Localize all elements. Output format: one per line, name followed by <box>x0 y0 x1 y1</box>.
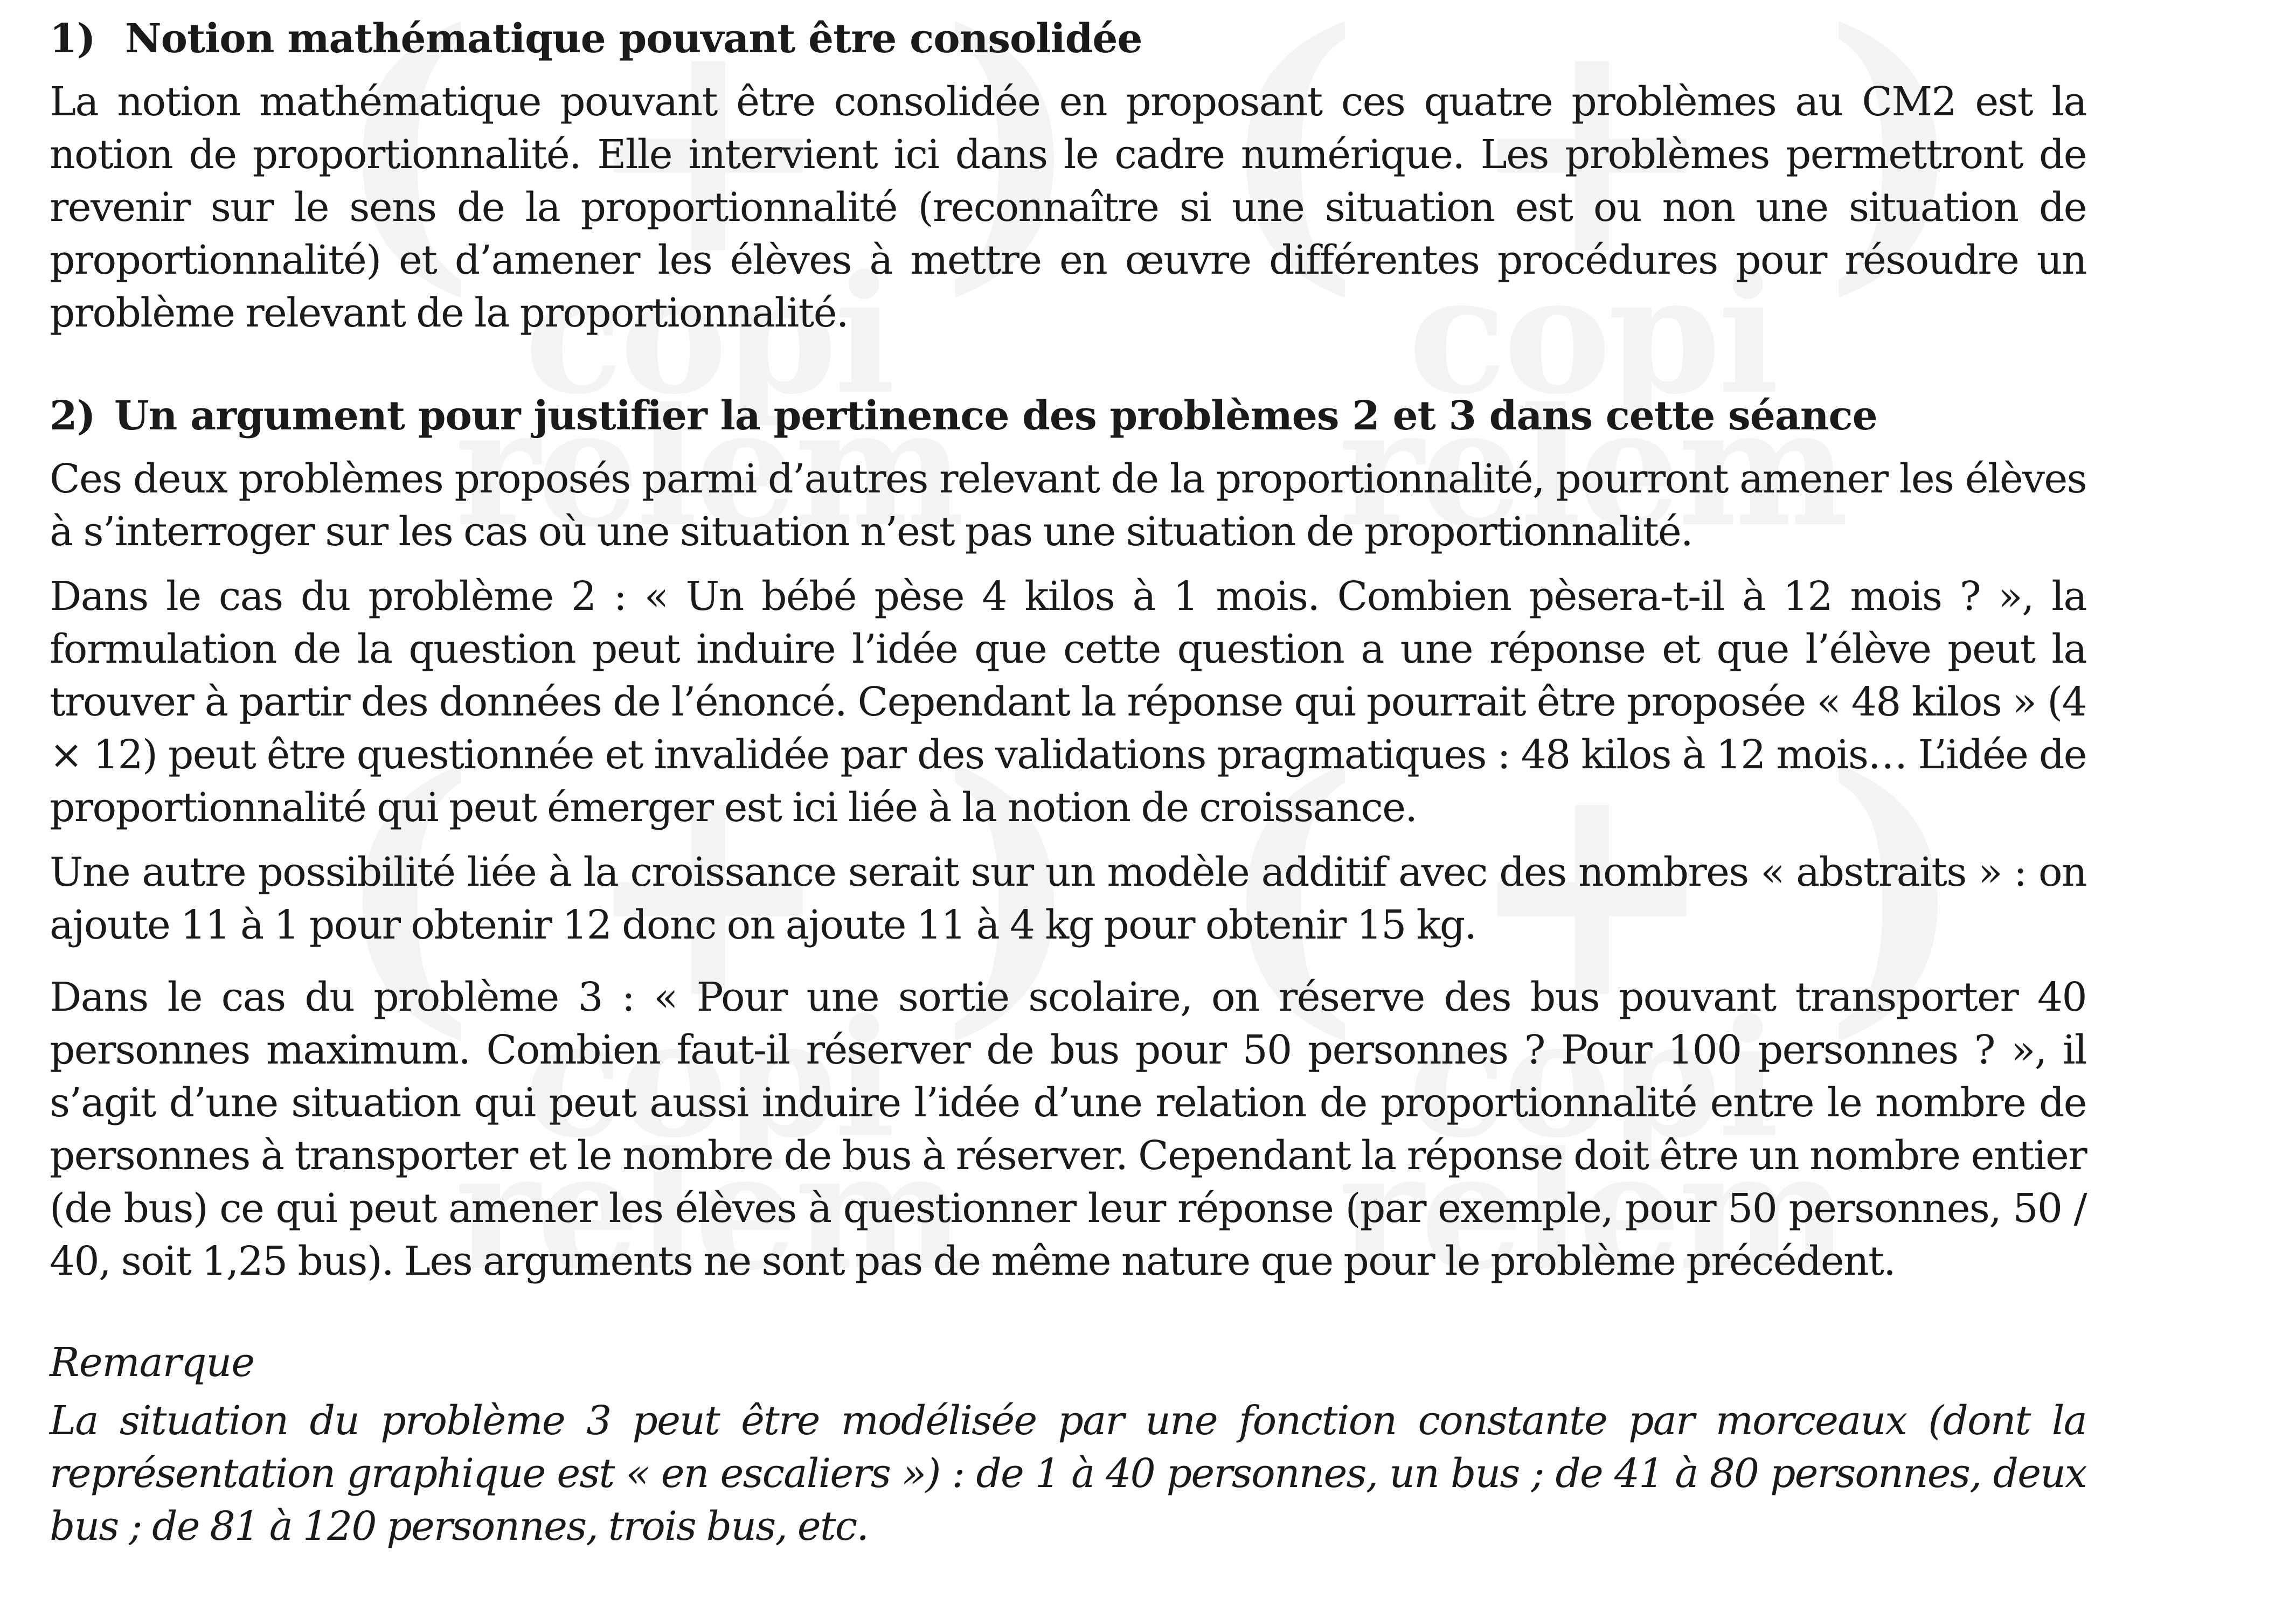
section1-heading: 1) Notion mathématique pouvant être conso… <box>50 12 2086 66</box>
section2-paragraph-2: Dans le cas du problème 2 : « Un bébé pè… <box>50 573 2087 831</box>
section1-title: Notion mathématique pouvant être consoli… <box>125 16 1143 62</box>
section2-heading: 2) Un argument pour justifier la pertinen… <box>50 389 2086 443</box>
remark-text: La situation du problème 3 peut être mod… <box>50 1398 2087 1550</box>
document-page: 1) Notion mathématique pouvant être conso… <box>50 12 2087 1553</box>
section2-number: 2) <box>50 393 96 439</box>
remark-title: Remarque <box>50 1339 255 1386</box>
section2-paragraph-3: Une autre possibilité liée à la croissan… <box>50 849 2087 948</box>
section2-paragraph-4: Dans le cas du problème 3 : « Pour une s… <box>50 974 2087 1284</box>
section1-number: 1) <box>50 16 96 62</box>
section2-paragraph-1: Ces deux problèmes proposés parmi d’autr… <box>50 456 2087 555</box>
section2-title: Un argument pour justifier la pertinence… <box>114 393 1878 439</box>
section1-paragraph-1: La notion mathématique pouvant être cons… <box>50 79 2087 336</box>
